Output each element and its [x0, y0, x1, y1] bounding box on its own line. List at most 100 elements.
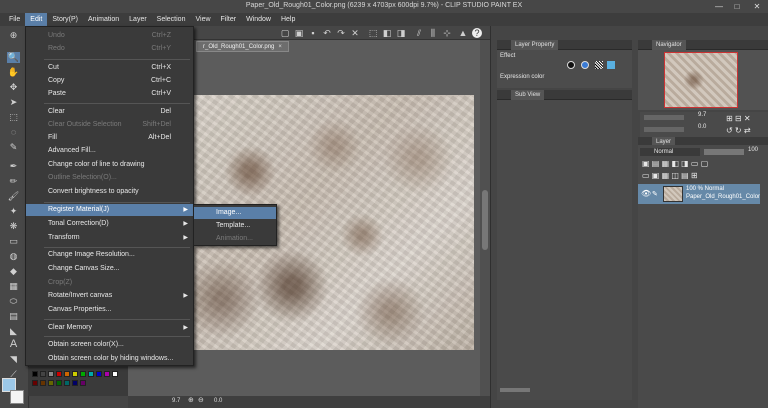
blend-tool-icon[interactable]: ◍	[7, 251, 20, 262]
navigator-tab[interactable]: Navigator	[652, 40, 686, 50]
menu-item-outline-selection[interactable]: Outline Selection(O)...	[26, 172, 193, 184]
effect-tone-icon[interactable]	[595, 61, 603, 69]
effect-black-icon[interactable]	[567, 61, 575, 69]
color-swatch[interactable]	[48, 371, 54, 377]
pencil-tool-icon[interactable]: ✏	[7, 176, 20, 187]
menu-item-obtain-screen-color[interactable]: Obtain screen color(X)...	[26, 339, 193, 351]
menu-selection[interactable]: Selection	[152, 13, 191, 26]
pen-tool-icon[interactable]: ✒	[7, 161, 20, 172]
menu-item-cut[interactable]: Cut Ctrl+X	[26, 62, 193, 74]
operation-tool-icon[interactable]: ➤	[7, 97, 20, 108]
nav-angle-value[interactable]: 0.0	[698, 124, 706, 130]
eye-icon[interactable]: 👁	[641, 189, 651, 198]
menu-item-change-image-resolution[interactable]: Change Image Resolution...	[26, 249, 193, 261]
edit-icon[interactable]: ✎	[652, 190, 658, 198]
text-tool-icon[interactable]: A	[7, 339, 20, 350]
color-swatch[interactable]	[64, 380, 70, 386]
color-swatch[interactable]	[80, 371, 86, 377]
effect-color-icon[interactable]	[581, 61, 589, 69]
menu-file[interactable]: File	[4, 13, 25, 26]
invert-icon[interactable]: ◨	[396, 28, 406, 38]
eyedropper-tool-icon[interactable]: ✎	[7, 142, 20, 153]
menu-item-clear-outside-selection[interactable]: Clear Outside Selection Shift+Del	[26, 119, 193, 131]
color-swatch[interactable]	[32, 380, 38, 386]
minimize-icon[interactable]: —	[712, 0, 726, 13]
move-tool-icon[interactable]: ✥	[7, 82, 20, 93]
lasso-tool-icon[interactable]: ◌	[7, 127, 20, 138]
sub-view-tab[interactable]: Sub View	[511, 90, 545, 100]
magnifier-tool-icon[interactable]: 🔍	[7, 52, 20, 63]
redo-icon[interactable]: ↷	[336, 28, 346, 38]
layer-tools-icon[interactable]: ▣ ▤ ▦ ◧ ◨ ▭ ▢	[642, 159, 708, 168]
figure-tool-icon[interactable]: ⬭	[7, 296, 20, 307]
menu-item-canvas-properties[interactable]: Canvas Properties...	[26, 304, 193, 316]
menu-animation[interactable]: Animation	[83, 13, 124, 26]
fit-view-icon[interactable]: ⊞ ⊟ ✕	[726, 114, 751, 123]
opacity-value[interactable]: 100	[748, 147, 758, 153]
submenu-item-image[interactable]: Image...	[194, 207, 276, 219]
document-tab[interactable]: r_Old_Rough01_Color.png ×	[196, 41, 289, 52]
menu-item-change-canvas-size[interactable]: Change Canvas Size...	[26, 263, 193, 275]
selection-tool-icon[interactable]: ⬚	[7, 112, 20, 123]
menu-item-clear[interactable]: Clear Del	[26, 106, 193, 118]
effect-border-icon[interactable]	[607, 61, 615, 69]
open-icon[interactable]: ▣	[294, 28, 304, 38]
layer-property-tab[interactable]: Layer Property	[511, 40, 559, 50]
menu-item-paste[interactable]: Paste Ctrl+V	[26, 88, 193, 100]
menu-item-redo[interactable]: Redo Ctrl+Y	[26, 43, 193, 55]
ruler-tool-icon[interactable]: ◣	[7, 326, 20, 337]
hat-icon[interactable]: ▲	[458, 28, 468, 38]
menu-item-rotate-invert[interactable]: Rotate/Invert canvas ▶	[26, 290, 193, 302]
angle-value[interactable]: 0.0	[214, 398, 222, 404]
color-swatch[interactable]	[56, 380, 62, 386]
hand-tool-icon[interactable]: ✋	[7, 67, 20, 78]
airbrush-tool-icon[interactable]: ✦	[7, 206, 20, 217]
frame-tool-icon[interactable]: ▤	[7, 311, 20, 322]
color-swatch[interactable]	[72, 371, 78, 377]
decoration-tool-icon[interactable]: ❋	[7, 221, 20, 232]
balloon-tool-icon[interactable]: ◥	[7, 354, 20, 365]
menu-layer[interactable]: Layer	[124, 13, 152, 26]
menu-item-undo[interactable]: Undo Ctrl+Z	[26, 30, 193, 42]
navigator-preview[interactable]	[664, 52, 738, 108]
submenu-item-template[interactable]: Template...	[194, 220, 276, 232]
menu-item-tonal-correction[interactable]: Tonal Correction(D) ▶	[26, 218, 193, 230]
zoom-out-icon[interactable]: ⊖	[198, 396, 204, 404]
color-swatch[interactable]	[64, 371, 70, 377]
new-icon[interactable]: ▢	[280, 28, 290, 38]
undo-icon[interactable]: ↶	[322, 28, 332, 38]
menu-item-transform[interactable]: Transform ▶	[26, 232, 193, 244]
menu-filter[interactable]: Filter	[216, 13, 242, 26]
opacity-slider[interactable]	[704, 149, 744, 155]
layer-row[interactable]: 👁 ✎ 100 % Normal Paper_Old_Rough01_Color	[638, 184, 760, 204]
menu-item-fill[interactable]: Fill Alt+Del	[26, 132, 193, 144]
submenu-item-animation[interactable]: Animation...	[194, 233, 276, 245]
save-icon[interactable]: ▪	[308, 28, 318, 38]
color-swatch[interactable]	[88, 371, 94, 377]
menu-story[interactable]: Story(P)	[47, 13, 83, 26]
menu-item-clear-memory[interactable]: Clear Memory ▶	[26, 322, 193, 334]
color-swatch[interactable]	[80, 380, 86, 386]
subview-slider[interactable]	[500, 388, 530, 392]
fill-tool-icon[interactable]: ◆	[7, 266, 20, 277]
zoom-value[interactable]: 9.7	[172, 398, 180, 404]
color-swatch[interactable]	[48, 380, 54, 386]
help-icon[interactable]: ?	[472, 28, 482, 38]
transform-icon[interactable]: ⬚	[368, 28, 378, 38]
menu-item-copy[interactable]: Copy Ctrl+C	[26, 75, 193, 87]
menu-item-obtain-screen-color-hiding[interactable]: Obtain screen color by hiding windows...	[26, 353, 193, 365]
zoom-tool-icon[interactable]: ⊕	[7, 30, 20, 41]
sub-color-swatch[interactable]	[10, 390, 24, 404]
menu-item-change-line-color[interactable]: Change color of line to drawing	[26, 159, 193, 171]
color-swatch[interactable]	[40, 380, 46, 386]
zoom-in-icon[interactable]: ⊕	[188, 396, 194, 404]
menu-view[interactable]: View	[190, 13, 215, 26]
color-swatch[interactable]	[96, 371, 102, 377]
color-swatch[interactable]	[112, 371, 118, 377]
menu-item-register-material[interactable]: Register Material(J) ▶	[26, 204, 193, 216]
eraser-tool-icon[interactable]: ▭	[7, 236, 20, 247]
zoom-slider[interactable]	[644, 115, 684, 120]
snap-ruler-icon[interactable]: ⫽	[414, 28, 424, 38]
clear-icon[interactable]: ✕	[350, 28, 360, 38]
vertical-scrollbar[interactable]	[480, 40, 490, 396]
